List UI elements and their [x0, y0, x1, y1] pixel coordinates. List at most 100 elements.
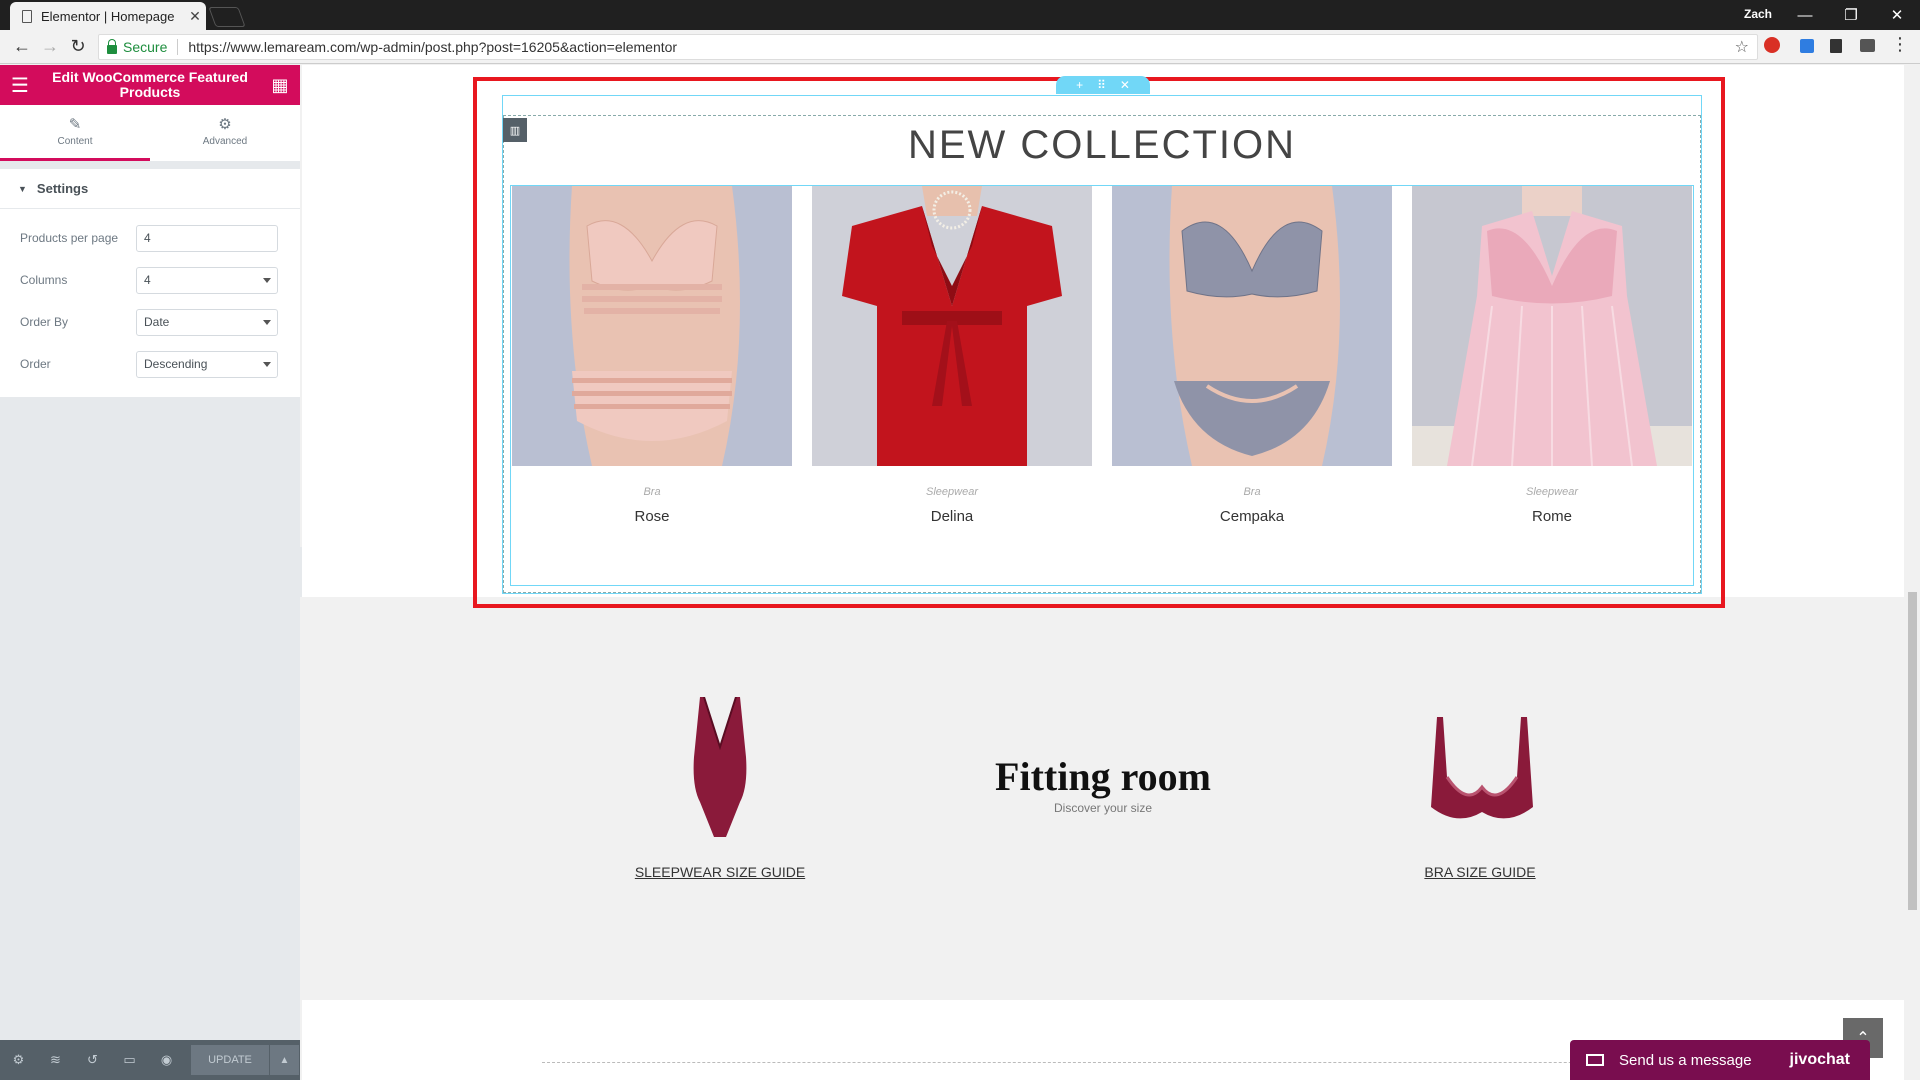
tab-advanced-label: Advanced: [202, 136, 248, 147]
scrollbar-thumb[interactable]: [1908, 592, 1917, 910]
window-controls: — ❐ ✕: [1782, 0, 1920, 30]
chat-widget[interactable]: Send us a message jivochat: [1570, 1040, 1870, 1080]
lock-icon: [107, 38, 117, 54]
product-image-rose[interactable]: [512, 186, 792, 466]
settings-controls: Products per page 4 Columns 4 Order By D…: [0, 209, 300, 397]
product-category: Sleepwear: [926, 486, 978, 498]
product-name[interactable]: Rome: [1412, 508, 1692, 525]
envelope-icon: [1586, 1054, 1604, 1066]
product-card[interactable]: Sleepwear Rome: [1412, 186, 1692, 525]
browser-toolbar: ← → ↻ Secure https://www.lemaream.com/wp…: [0, 30, 1920, 64]
gear-icon: ⚙: [218, 116, 232, 133]
drag-section-icon[interactable]: ⠿: [1097, 78, 1106, 92]
rome-babydoll-illustration: [1412, 186, 1692, 466]
history-icon[interactable]: ↺: [74, 1052, 111, 1068]
browser-titlebar: Elementor | Homepage ✕ Zach — ❐ ✕: [0, 0, 1920, 30]
bra-size-guide-link[interactable]: BRA SIZE GUIDE: [1360, 864, 1600, 880]
omnibox-divider: [177, 39, 179, 55]
product-category: Sleepwear: [1526, 486, 1578, 498]
restore-icon[interactable]: ❐: [1828, 0, 1874, 30]
tab-advanced[interactable]: ⚙ Advanced: [150, 105, 300, 161]
bodysuit-image[interactable]: [690, 697, 750, 837]
delina-robe-illustration: [812, 186, 1092, 466]
tab-content[interactable]: ✎ Content: [0, 105, 150, 161]
columns-value: 4: [144, 273, 151, 287]
panel-footer: ⚙ ≋ ↺ ▭ ◉ UPDATE ▲: [0, 1040, 300, 1080]
extension-camera-icon[interactable]: [1860, 39, 1875, 52]
panel-header: ☰ Edit WooCommerce Featured Products ▦: [0, 65, 300, 105]
page-preview: + ⠿ ✕ ▥ NEW COLLECTION Bra Rose Sleepwea…: [302, 65, 1904, 1080]
add-section-icon[interactable]: +: [1076, 78, 1083, 92]
reload-icon[interactable]: ↻: [66, 36, 90, 57]
elementor-panel: ☰ Edit WooCommerce Featured Products ▦ ✎…: [0, 65, 300, 1080]
product-card[interactable]: Sleepwear Delina: [812, 186, 1092, 525]
products-per-page-label: Products per page: [20, 231, 119, 245]
order-by-select[interactable]: Date: [136, 308, 278, 336]
dropdown-arrow-icon: [263, 277, 271, 283]
desktop-icon[interactable]: ▭: [111, 1052, 148, 1068]
settings-section-toggle[interactable]: ▼ Settings: [0, 169, 300, 209]
dropdown-arrow-icon: [263, 319, 271, 325]
collection-heading[interactable]: NEW COLLECTION: [502, 123, 1702, 168]
chat-label: Send us a message: [1619, 1051, 1752, 1069]
product-name[interactable]: Cempaka: [1112, 508, 1392, 525]
product-category: Bra: [643, 486, 661, 498]
rose-bra-illustration: [512, 186, 792, 466]
menu-hamburger-icon[interactable]: ☰: [0, 73, 40, 98]
product-name[interactable]: Delina: [812, 508, 1092, 525]
product-card[interactable]: Bra Cempaka: [1112, 186, 1392, 525]
chat-brand: jivochat: [1789, 1051, 1850, 1068]
tab-content-label: Content: [57, 136, 93, 147]
layers-icon[interactable]: ≋: [37, 1052, 74, 1068]
next-section-outline: [542, 1062, 1722, 1080]
back-icon[interactable]: ←: [10, 36, 34, 57]
eye-icon[interactable]: ◉: [148, 1052, 185, 1068]
close-window-icon[interactable]: ✕: [1874, 0, 1920, 30]
panel-tabs: ✎ Content ⚙ Advanced: [0, 105, 300, 161]
bra-image[interactable]: [1427, 717, 1537, 827]
settings-section-title: Settings: [36, 181, 89, 196]
section-handle[interactable]: + ⠿ ✕: [1056, 76, 1150, 94]
control-products-per-page: Products per page 4: [20, 217, 280, 259]
extension-shield-icon[interactable]: [1764, 37, 1780, 53]
new-tab-button[interactable]: [208, 7, 246, 27]
extension-flag-icon[interactable]: [1830, 39, 1842, 53]
control-columns: Columns 4: [20, 259, 280, 301]
browser-menu-icon[interactable]: ⋮: [1888, 34, 1912, 55]
extension-pen-icon[interactable]: [1800, 39, 1814, 53]
product-category: Bra: [1243, 486, 1261, 498]
tab-close-icon[interactable]: ✕: [184, 8, 206, 25]
forward-icon[interactable]: →: [38, 36, 62, 57]
update-button[interactable]: UPDATE: [191, 1045, 269, 1075]
order-select[interactable]: Descending: [136, 350, 278, 378]
product-image-cempaka[interactable]: [1112, 186, 1392, 466]
minimize-icon[interactable]: —: [1782, 0, 1828, 30]
product-name[interactable]: Rose: [512, 508, 792, 525]
fitting-room-title: Fitting room: [995, 754, 1211, 799]
product-image-delina[interactable]: [812, 186, 1092, 466]
products-per-page-value: 4: [144, 231, 151, 245]
bookmark-star-icon[interactable]: ☆: [1735, 37, 1749, 57]
pencil-icon: ✎: [68, 116, 82, 133]
sleepwear-size-guide-link[interactable]: SLEEPWEAR SIZE GUIDE: [600, 864, 840, 880]
products-per-page-input[interactable]: 4: [136, 224, 278, 252]
url-text[interactable]: https://www.lemaream.com/wp-admin/post.p…: [188, 39, 677, 55]
delete-section-icon[interactable]: ✕: [1120, 78, 1130, 92]
caret-down-icon: ▼: [18, 183, 27, 194]
page-scrollbar[interactable]: [1904, 65, 1920, 1080]
settings-gear-icon[interactable]: ⚙: [0, 1052, 37, 1068]
address-bar[interactable]: Secure https://www.lemaream.com/wp-admin…: [98, 34, 1758, 60]
panel-title: Edit WooCommerce Featured Products: [52, 69, 248, 100]
update-options-caret-icon[interactable]: ▲: [269, 1045, 299, 1075]
products-grid: Bra Rose Sleepwear Delina Bra Cempaka Sl…: [512, 186, 1694, 525]
control-order-by: Order By Date: [20, 301, 280, 343]
product-card[interactable]: Bra Rose: [512, 186, 792, 525]
widgets-grid-icon[interactable]: ▦: [260, 75, 300, 96]
product-image-rome[interactable]: [1412, 186, 1692, 466]
tab-title: Elementor | Homepage: [41, 8, 175, 24]
browser-tab[interactable]: Elementor | Homepage ✕: [10, 2, 206, 30]
dropdown-arrow-icon: [263, 361, 271, 367]
columns-select[interactable]: 4: [136, 266, 278, 294]
profile-name[interactable]: Zach: [1744, 7, 1772, 21]
order-value: Descending: [144, 357, 208, 371]
